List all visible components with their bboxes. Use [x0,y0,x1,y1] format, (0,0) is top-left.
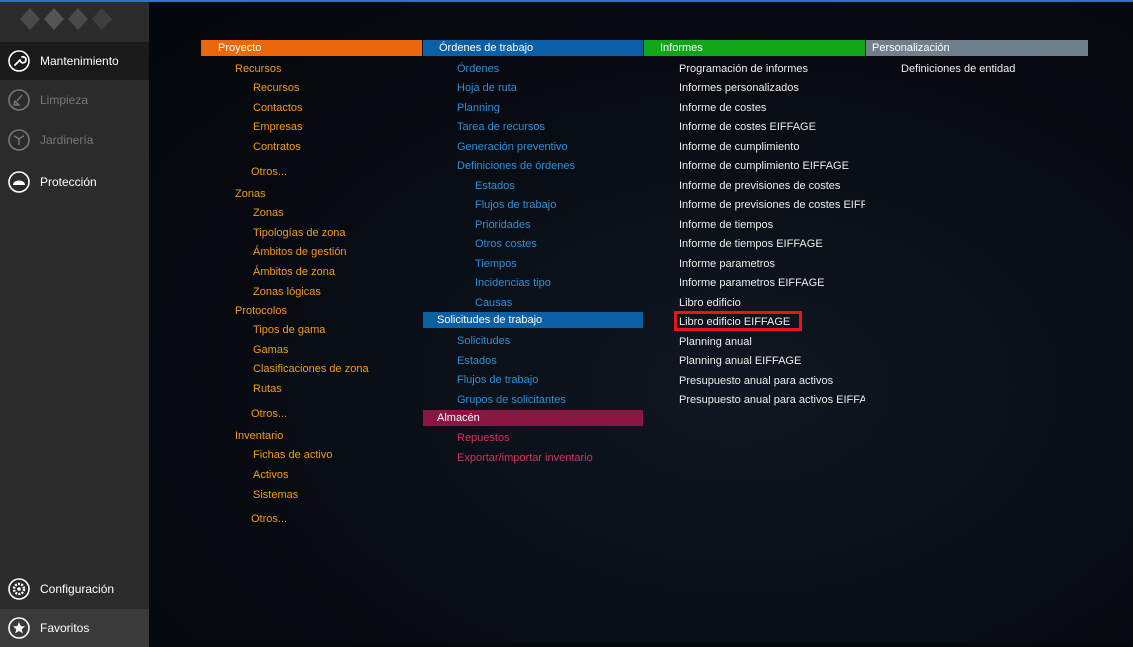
menu-item-informe-cumplimiento-eiffage[interactable]: Informe de cumplimiento EIFFAGE [679,159,849,173]
menu-item-informe-parametros[interactable]: Informe parametros [679,257,775,271]
menu-item-informes-personalizados[interactable]: Informes personalizados [679,81,799,95]
menu-item-rutas[interactable]: Rutas [253,382,282,396]
gear-icon [8,578,30,600]
menu-item-recursos-group[interactable]: Recursos [235,62,281,76]
broom-icon [8,89,30,111]
menu-item-generacion-preventivo[interactable]: Generación preventivo [457,140,568,154]
section-header-solicitudes[interactable]: Solicitudes de trabajo [423,312,643,328]
helmet-icon [8,171,30,193]
column-header-ordenes[interactable]: Órdenes de trabajo [423,40,643,56]
menu-item-tarea-recursos[interactable]: Tarea de recursos [457,120,545,134]
menu-item-informe-costes[interactable]: Informe de costes [679,101,766,115]
plant-icon [8,129,30,151]
column-ordenes: Órdenes de trabajo [423,40,643,56]
menu-item-zonas-group[interactable]: Zonas [235,187,266,201]
menu-item-informe-costes-eiffage[interactable]: Informe de costes EIFFAGE [679,120,816,134]
menu-item-informe-cumplimiento[interactable]: Informe de cumplimiento [679,140,799,154]
sidebar-item-label: Mantenimiento [40,54,119,68]
menu-item-planning[interactable]: Planning [457,101,500,115]
sidebar: Mantenimiento Limpieza Jardinería Protec… [0,2,149,647]
menu-item-clasificaciones-zona[interactable]: Clasificaciones de zona [253,362,369,376]
sidebar-item-configuracion[interactable]: Configuración [0,570,149,608]
menu-item-recursos[interactable]: Recursos [253,81,299,95]
menu-item-informe-tiempos-eiffage[interactable]: Informe de tiempos EIFFAGE [679,237,823,251]
menu-item-exportar-importar-inventario[interactable]: Exportar/importar inventario [457,451,593,465]
section-header-almacen[interactable]: Almacén [423,410,643,426]
column-header-informes[interactable]: Informes [644,40,865,56]
sidebar-item-proteccion[interactable]: Protección [0,163,149,201]
menu-item-tipos-gama[interactable]: Tipos de gama [253,323,325,337]
column-informes: Informes [644,40,865,56]
menu-item-causas[interactable]: Causas [475,296,512,310]
menu-item-flujos-trabajo[interactable]: Flujos de trabajo [475,198,556,212]
sidebar-item-label: Limpieza [40,93,89,107]
wrench-icon [8,50,30,72]
menu-item-informe-parametros-eiffage[interactable]: Informe parametros EIFFAGE [679,276,825,290]
app-logo [0,2,149,36]
menu-item-zonas-logicas[interactable]: Zonas lógicas [253,285,321,299]
menu-item-otros[interactable]: Otros... [251,512,287,526]
menu-item-tiempos[interactable]: Tiempos [475,257,517,271]
sidebar-item-label: Favoritos [40,621,90,635]
column-personalizacion: Personalización [866,40,1088,56]
menu-item-ordenes[interactable]: Órdenes [457,62,499,76]
column-header-personalizacion[interactable]: Personalización [866,40,1088,56]
menu-item-libro-edificio[interactable]: Libro edificio [679,296,741,310]
menu-item-informe-previsiones-costes-eiffage[interactable]: Informe de previsiones de costes EIFF [679,198,865,212]
menu-item-otros[interactable]: Otros... [251,165,287,179]
menu-item-gamas[interactable]: Gamas [253,343,288,357]
menu-item-grupos-solicitantes[interactable]: Grupos de solicitantes [457,393,566,407]
sidebar-item-jardineria[interactable]: Jardinería [0,121,149,159]
menu-item-estados[interactable]: Estados [457,354,497,368]
menu-item-informe-tiempos[interactable]: Informe de tiempos [679,218,773,232]
menu-item-solicitudes[interactable]: Solicitudes [457,334,510,348]
sidebar-item-mantenimiento[interactable]: Mantenimiento [0,42,149,80]
menu-item-zonas[interactable]: Zonas [253,206,284,220]
menu-item-ambitos-gestion[interactable]: Ámbitos de gestión [253,245,347,259]
sidebar-item-limpieza[interactable]: Limpieza [0,81,149,119]
column-header-proyecto[interactable]: Proyecto [201,40,422,56]
menu-item-inventario-group[interactable]: Inventario [235,429,283,443]
menu-item-tipologias-zona[interactable]: Tipologías de zona [253,226,346,240]
sidebar-item-favoritos[interactable]: Favoritos [0,609,149,647]
menu-item-prioridades[interactable]: Prioridades [475,218,531,232]
star-icon [8,617,30,639]
menu-item-activos[interactable]: Activos [253,468,288,482]
sidebar-item-label: Protección [40,175,97,189]
menu-item-empresas[interactable]: Empresas [253,120,303,134]
menu-item-hoja-ruta[interactable]: Hoja de ruta [457,81,517,95]
menu-item-informe-previsiones-costes[interactable]: Informe de previsiones de costes [679,179,840,193]
menu-item-sistemas[interactable]: Sistemas [253,488,298,502]
menu-item-fichas-activo[interactable]: Fichas de activo [253,448,332,462]
menu-item-otros-costes[interactable]: Otros costes [475,237,537,251]
menu-item-incidencias-tipo[interactable]: Incidencias tipo [475,276,551,290]
sidebar-item-label: Jardinería [40,133,94,147]
menu-item-otros[interactable]: Otros... [251,407,287,421]
menu-item-protocolos-group[interactable]: Protocolos [235,304,287,318]
menu-item-estados[interactable]: Estados [475,179,515,193]
menu-item-contactos[interactable]: Contactos [253,101,303,115]
menu-item-ambitos-zona[interactable]: Ámbitos de zona [253,265,335,279]
main-panel: Proyecto Órdenes de trabajo Informes Per… [149,2,1133,643]
menu-item-presupuesto-anual-activos-eiffage[interactable]: Presupuesto anual para activos EIFFA [679,393,865,407]
menu-item-planning-anual[interactable]: Planning anual [679,335,752,349]
menu-item-definiciones-ordenes[interactable]: Definiciones de órdenes [457,159,575,173]
sidebar-item-label: Configuración [40,582,115,596]
menu-item-definiciones-entidad[interactable]: Definiciones de entidad [901,62,1015,76]
column-proyecto: Proyecto [201,40,422,56]
menu-item-contratos[interactable]: Contratos [253,140,301,154]
selection-highlight [674,311,802,331]
menu-item-presupuesto-anual-activos[interactable]: Presupuesto anual para activos [679,374,833,388]
menu-item-flujos-trabajo[interactable]: Flujos de trabajo [457,373,538,387]
menu-item-repuestos[interactable]: Repuestos [457,431,510,445]
menu-item-planning-anual-eiffage[interactable]: Planning anual EIFFAGE [679,354,801,368]
menu-item-programacion-informes[interactable]: Programación de informes [679,62,808,76]
